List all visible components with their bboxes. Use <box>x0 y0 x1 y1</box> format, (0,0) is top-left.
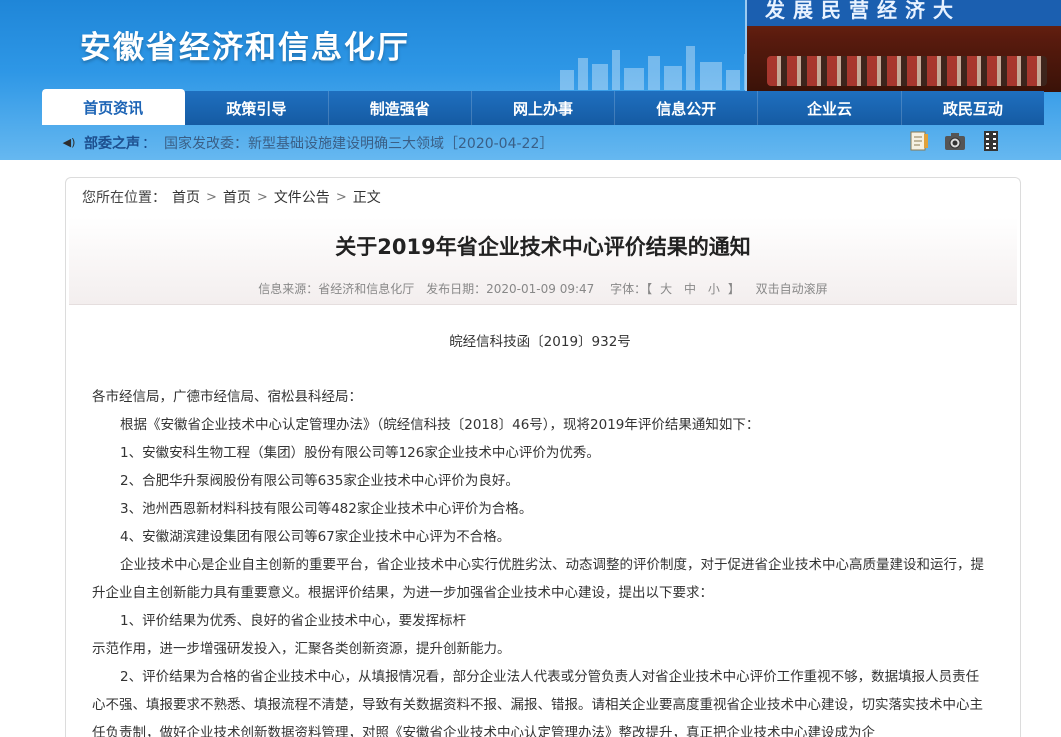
article-paragraph: 4、安徽湖滨建设集团有限公司等67家企业技术中心评为不合格。 <box>120 529 511 545</box>
meta-source: 信息来源：省经济和信息化厅 <box>258 282 415 296</box>
tool-icons <box>906 129 1004 153</box>
font-size-large[interactable]: 大 <box>660 282 672 296</box>
news-ticker: ◀) 部委之声 ： 国家发改委：新型基础设施建设明确三大领域［2020-04-2… <box>42 125 1044 160</box>
font-size-medium[interactable]: 中 <box>684 282 696 296</box>
article-paragraph: 1、安徽安科生物工程（集团）股份有限公司等126家企业技术中心评价为优秀。 <box>120 445 600 461</box>
breadcrumb-announcements[interactable]: 文件公告 <box>274 187 330 207</box>
banner-slogan: 发展民营经济大 <box>747 0 1061 26</box>
speaker-icon: ◀) <box>62 136 76 149</box>
breadcrumb-arrow-icon: > <box>206 189 217 205</box>
article-paragraph: 各市经信局，广德市经信局、宿松县科经局： <box>92 389 362 405</box>
banner-crowd-graphic <box>767 56 1047 86</box>
breadcrumb-prefix: 您所在位置： <box>82 190 166 206</box>
article-title: 关于2019年省企业技术中心评价结果的通知 <box>335 235 751 259</box>
article-paragraph: 企业技术中心是企业自主创新的重要平台，省企业技术中心实行优胜劣汰、动态调整的评价… <box>92 557 984 601</box>
breadcrumb-home[interactable]: 首页 <box>172 187 200 207</box>
meta-font-size: 字体：【大 中 小】 <box>606 282 744 296</box>
breadcrumb-arrow-icon: > <box>256 189 268 205</box>
article-meta: 信息来源：省经济和信息化厅 发布日期：2020-01-09 09:47 字体：【… <box>69 280 1017 297</box>
ticker-label: 部委之声 <box>84 135 140 152</box>
nav-item-online-services[interactable]: 网上办事 <box>472 91 616 125</box>
article-paragraph: 示范作用，进一步增强研发投入，汇聚各类创新资源，提升创新能力。 <box>92 641 511 657</box>
ticker-news-link[interactable]: 国家发改委：新型基础设施建设明确三大领域［2020-04-22］ <box>164 133 553 153</box>
nav-item-home-news[interactable]: 首页资讯 <box>42 89 186 125</box>
article-paragraph: 2、评价结果为合格的省企业技术中心，从填报情况看，部分企业法人代表或分管负责人对… <box>92 669 983 737</box>
article-header: 关于2019年省企业技术中心评价结果的通知 信息来源：省经济和信息化厅 发布日期… <box>69 217 1017 305</box>
breadcrumb-arrow-icon: > <box>335 189 347 205</box>
nav-item-interaction[interactable]: 政民互动 <box>902 91 1044 125</box>
meta-autoscroll[interactable]: 双击自动滚屏 <box>756 282 828 296</box>
nav-item-manufacturing[interactable]: 制造强省 <box>329 91 472 125</box>
camera-icon[interactable] <box>942 129 968 153</box>
breadcrumb: 您所在位置： 首页 > 首页 > 文件公告 > 正文 <box>82 187 381 207</box>
breadcrumb-home-2[interactable]: 首页 <box>223 187 251 207</box>
breadcrumb-current: 正文 <box>352 190 381 206</box>
meta-date: 发布日期：2020-01-09 09:47 <box>426 282 595 296</box>
article-paragraph: 根据《安徽省企业技术中心认定管理办法》（皖经信科技〔2018〕46号），现将20… <box>120 417 760 433</box>
font-size-label: 字体：【 <box>610 282 653 296</box>
article-paragraph: 3、池州西恩新材料科技有限公司等482家企业技术中心评价为合格。 <box>120 501 533 517</box>
ticker-separator: ： <box>142 135 156 152</box>
banner-photo: 发展民营经济大 <box>745 0 1061 92</box>
notepad-icon[interactable] <box>906 129 932 153</box>
article-paragraph: 2、合肥华升泵阀股份有限公司等635家企业技术中心评价为良好。 <box>120 473 519 489</box>
font-size-close: 】 <box>727 282 740 296</box>
article-paragraph: 1、评价结果为优秀、良好的省企业技术中心，要发挥标杆 <box>120 613 467 629</box>
site-title: 安徽省经济和信息化厅 <box>80 30 410 66</box>
font-size-small[interactable]: 小 <box>708 282 720 296</box>
nav-item-policy[interactable]: 政策引导 <box>185 91 329 125</box>
nav-item-info-disclosure[interactable]: 信息公开 <box>615 91 759 125</box>
main-nav: 首页资讯 政策引导 制造强省 网上办事 信息公开 企业云 政民互动 <box>42 89 1044 125</box>
article-body: 各市经信局，广德市经信局、宿松县科经局： 根据《安徽省企业技术中心认定管理办法》（… <box>92 383 984 737</box>
film-icon[interactable] <box>978 129 1004 153</box>
document-number: 皖经信科技函〔2019〕932号 <box>449 334 631 350</box>
content-frame: 您所在位置： 首页 > 首页 > 文件公告 > 正文 关于2019年省企业技术中… <box>65 177 1021 737</box>
nav-item-enterprise-cloud[interactable]: 企业云 <box>758 91 902 125</box>
